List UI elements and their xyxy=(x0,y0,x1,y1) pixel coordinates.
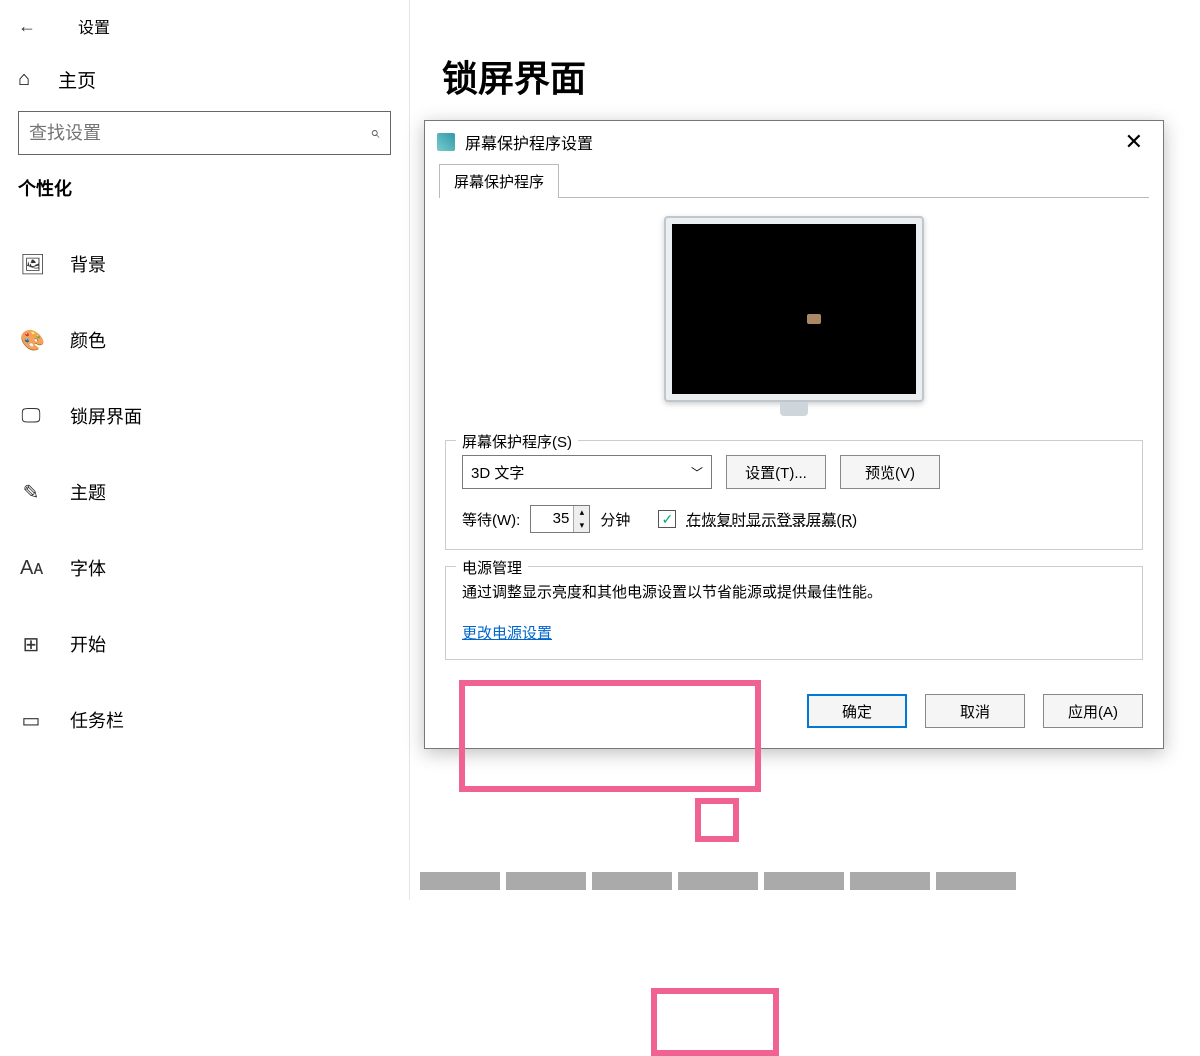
sidebar-item-lockscreen[interactable]: 🖵 锁屏界面 xyxy=(0,389,409,443)
wait-label: 等待(W): xyxy=(462,509,520,530)
thumb[interactable] xyxy=(420,872,500,890)
thumb[interactable] xyxy=(592,872,672,890)
image-icon: 🖼 xyxy=(20,252,42,277)
sidebar-title: 设置 xyxy=(78,14,110,38)
dialog-titlebar: 屏幕保护程序设置 ✕ xyxy=(425,121,1163,163)
power-settings-link[interactable]: 更改电源设置 xyxy=(462,625,552,642)
taskbar-icon: ▭ xyxy=(20,708,42,733)
settings-button[interactable]: 设置(T)... xyxy=(726,455,826,489)
section-label: 个性化 xyxy=(0,175,409,215)
search-icon: ⌕ xyxy=(370,123,380,143)
preview-screen xyxy=(672,224,916,394)
thumb[interactable] xyxy=(506,872,586,890)
main-content: 锁屏界面 屏幕保护程序设置 ✕ 屏幕保护程序 xyxy=(410,0,1200,900)
back-icon[interactable]: ← xyxy=(18,16,36,37)
thumb[interactable] xyxy=(850,872,930,890)
sidebar-top: ← 设置 xyxy=(0,8,409,56)
select-value: 3D 文字 xyxy=(471,462,524,483)
preview-content xyxy=(807,314,821,324)
home-label: 主页 xyxy=(58,66,96,93)
palette-icon: 🎨 xyxy=(20,328,42,353)
dialog-app-icon xyxy=(437,133,455,151)
power-description: 通过调整显示亮度和其他电源设置以节省能源或提供最佳性能。 xyxy=(462,581,1126,602)
ok-button[interactable]: 确定 xyxy=(807,694,907,728)
home-icon: ⌂ xyxy=(18,68,30,91)
sidebar-item-fonts[interactable]: Aᴀ 字体 xyxy=(0,541,409,595)
dialog-body: 屏幕保护程序(S) 3D 文字 ﹀ 设置(T)... 预览(V) 等待(W): … xyxy=(425,198,1163,660)
sidebar-item-taskbar[interactable]: ▭ 任务栏 xyxy=(0,693,409,747)
sidebar-item-background[interactable]: 🖼 背景 xyxy=(0,237,409,291)
resume-checkbox-label: 在恢复时显示登录屏幕(R) xyxy=(686,509,857,530)
cancel-button[interactable]: 取消 xyxy=(925,694,1025,728)
settings-sidebar: ← 设置 ⌂ 主页 ⌕ 个性化 🖼 背景 🎨 颜色 🖵 锁屏界面 ✎ 主题 Aᴀ… xyxy=(0,0,410,900)
thumb[interactable] xyxy=(764,872,844,890)
power-group: 电源管理 通过调整显示亮度和其他电源设置以节省能源或提供最佳性能。 更改电源设置 xyxy=(445,566,1143,660)
thumb[interactable] xyxy=(678,872,758,890)
group-label-screensaver: 屏幕保护程序(S) xyxy=(456,431,578,452)
group-label-power: 电源管理 xyxy=(456,557,528,578)
sidebar-item-themes[interactable]: ✎ 主题 xyxy=(0,465,409,519)
page-title: 锁屏界面 xyxy=(442,50,1200,102)
preview-button[interactable]: 预览(V) xyxy=(840,455,940,489)
search-box[interactable]: ⌕ xyxy=(18,111,391,155)
sidebar-item-colors[interactable]: 🎨 颜色 xyxy=(0,313,409,367)
close-icon[interactable]: ✕ xyxy=(1117,129,1151,155)
start-icon: ⊞ xyxy=(20,632,42,657)
resume-checkbox[interactable]: ✓ xyxy=(658,510,676,528)
chevron-down-icon: ﹀ xyxy=(691,464,703,481)
wait-value: 35 xyxy=(531,506,573,532)
wait-spinner[interactable]: 35 ▴ ▾ xyxy=(530,505,590,533)
theme-icon: ✎ xyxy=(20,480,42,505)
thumb[interactable] xyxy=(936,872,1016,890)
screensaver-dialog: 屏幕保护程序设置 ✕ 屏幕保护程序 屏幕保护程序(S) xyxy=(424,120,1164,749)
lockscreen-icon: 🖵 xyxy=(20,405,42,428)
font-icon: Aᴀ xyxy=(20,557,42,580)
screensaver-group: 屏幕保护程序(S) 3D 文字 ﹀ 设置(T)... 预览(V) 等待(W): … xyxy=(445,440,1143,550)
screensaver-select[interactable]: 3D 文字 ﹀ xyxy=(462,455,712,489)
sidebar-home[interactable]: ⌂ 主页 xyxy=(0,56,409,111)
monitor-stand xyxy=(780,402,808,416)
spin-down-icon[interactable]: ▾ xyxy=(574,519,589,532)
thumbnail-bar xyxy=(420,872,1016,890)
apply-button[interactable]: 应用(A) xyxy=(1043,694,1143,728)
preview-area xyxy=(445,216,1143,416)
wait-unit: 分钟 xyxy=(600,509,630,530)
sidebar-item-start[interactable]: ⊞ 开始 xyxy=(0,617,409,671)
spin-up-icon[interactable]: ▴ xyxy=(574,506,589,519)
highlight-box xyxy=(651,988,779,1056)
highlight-box xyxy=(695,798,739,842)
tab-screensaver[interactable]: 屏幕保护程序 xyxy=(439,164,559,198)
dialog-title: 屏幕保护程序设置 xyxy=(465,130,593,154)
monitor-preview xyxy=(664,216,924,402)
dialog-footer: 确定 取消 应用(A) xyxy=(425,676,1163,748)
search-input[interactable] xyxy=(29,123,370,144)
